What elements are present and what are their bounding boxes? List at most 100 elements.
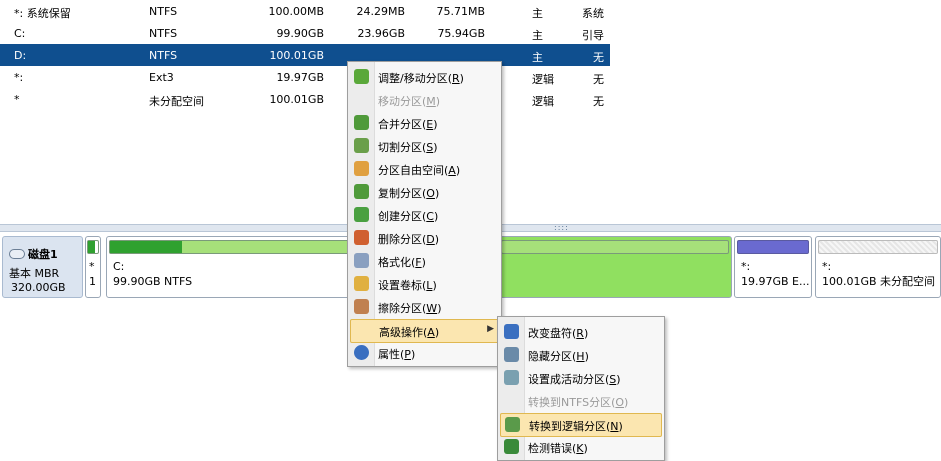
check-errors-icon bbox=[504, 439, 519, 454]
disk-icon bbox=[9, 249, 25, 259]
menu-item-label: 复制分区(O) bbox=[378, 187, 440, 200]
partition-status: 无 bbox=[593, 51, 604, 64]
partition-status: 无 bbox=[593, 95, 604, 108]
menu-item-label: 格式化(F) bbox=[378, 256, 426, 269]
menu-item-m-1: 移动分区(M) bbox=[350, 89, 499, 111]
partition-type: 主 bbox=[532, 51, 543, 64]
convert-logical-icon bbox=[505, 417, 520, 432]
partition-block-unallocated[interactable]: *: 100.01GB 未分配空间 bbox=[815, 236, 941, 298]
partition-label: *: bbox=[741, 260, 751, 273]
table-row[interactable]: * 未分配空间 100.01GB 逻辑 无 bbox=[0, 88, 610, 110]
menu-item-label: 切割分区(S) bbox=[378, 141, 438, 154]
menu-item-label: 分区自由空间(A) bbox=[378, 164, 461, 177]
splitter-grip-icon[interactable]: :::: bbox=[554, 224, 569, 232]
partition-name: C: bbox=[14, 27, 26, 40]
partition-name: *: 系统保留 bbox=[14, 7, 71, 20]
partition-used: 24.29MB bbox=[356, 5, 405, 18]
menu-item-w-10[interactable]: 擦除分区(W) bbox=[350, 296, 499, 318]
partition-name: D: bbox=[14, 49, 27, 62]
partition-free: 75.94GB bbox=[437, 27, 485, 40]
menu-item-label: 删除分区(D) bbox=[378, 233, 440, 246]
disk-type: 基本 MBR bbox=[9, 267, 60, 280]
menu-item-c-6[interactable]: 创建分区(C) bbox=[350, 204, 499, 226]
partition-status: 无 bbox=[593, 73, 604, 86]
partition-detail: 99.90GB NTFS bbox=[113, 275, 193, 288]
table-row[interactable]: C: NTFS 99.90GB 23.96GB 75.94GB 主 引导 bbox=[0, 22, 610, 44]
menu-item-a-4[interactable]: 分区自由空间(A) bbox=[350, 158, 499, 180]
menu-item-label: 属性(P) bbox=[378, 348, 416, 361]
partition-fs: Ext3 bbox=[149, 71, 174, 84]
menu-item-a-11[interactable]: 高级操作(A) ▶ bbox=[350, 319, 499, 343]
partition-block-c[interactable]: C: 99.90GB NTFS bbox=[106, 236, 353, 298]
partition-capacity: 99.90GB bbox=[276, 27, 324, 40]
menu-item-r-0[interactable]: 改变盘符(R) bbox=[500, 321, 662, 343]
partition-fs: NTFS bbox=[149, 5, 178, 18]
menu-item-label: 移动分区(M) bbox=[378, 95, 441, 108]
advanced-operations-submenu: 改变盘符(R) 隐藏分区(H) 设置成活动分区(S) 转换到NTFS分区(O) 转换到逻… bbox=[497, 316, 665, 461]
wipe-icon bbox=[354, 299, 369, 314]
menu-item-h-1[interactable]: 隐藏分区(H) bbox=[500, 344, 662, 366]
disk-info[interactable]: 磁盘1 基本 MBR 320.00GB bbox=[2, 236, 83, 298]
allocate-space-icon bbox=[354, 161, 369, 176]
partition-name: *: bbox=[14, 71, 24, 84]
table-row[interactable]: *: Ext3 19.97GB 逻辑 无 bbox=[0, 66, 610, 88]
menu-item-r-0[interactable]: 调整/移动分区(R) bbox=[350, 66, 499, 88]
partition-label: * bbox=[89, 260, 95, 273]
menu-item-s-3[interactable]: 切割分区(S) bbox=[350, 135, 499, 157]
set-active-icon bbox=[504, 370, 519, 385]
partition-block-d[interactable] bbox=[498, 236, 732, 298]
partition-type: 主 bbox=[532, 7, 543, 20]
menu-item-label: 转换到逻辑分区(N) bbox=[529, 420, 623, 433]
menu-item-n-4[interactable]: 转换到逻辑分区(N) bbox=[500, 413, 662, 437]
partition-detail: 1 bbox=[89, 275, 96, 288]
partition-detail: 19.97GB E... bbox=[741, 275, 810, 288]
table-row[interactable]: *: 系统保留 NTFS 100.00MB 24.29MB 75.71MB 主 系统 bbox=[0, 0, 610, 22]
hide-icon bbox=[504, 347, 519, 362]
menu-item-f-8[interactable]: 格式化(F) bbox=[350, 250, 499, 272]
disk-size: 320.00GB bbox=[11, 281, 66, 294]
menu-item-label: 擦除分区(W) bbox=[378, 302, 442, 315]
partition-label: *: bbox=[822, 260, 832, 273]
disk-name: 磁盘1 bbox=[28, 248, 58, 261]
partition-type: 逻辑 bbox=[532, 73, 554, 86]
menu-item-label: 检测错误(K) bbox=[528, 442, 588, 455]
menu-item-d-7[interactable]: 删除分区(D) bbox=[350, 227, 499, 249]
create-icon bbox=[354, 207, 369, 222]
menu-item-s-2[interactable]: 设置成活动分区(S) bbox=[500, 367, 662, 389]
menu-item-e-2[interactable]: 合并分区(E) bbox=[350, 112, 499, 134]
resize-move-icon bbox=[354, 69, 369, 84]
menu-item-o-3: 转换到NTFS分区(O) bbox=[500, 390, 662, 412]
partition-fs: NTFS bbox=[149, 27, 178, 40]
menu-item-l-9[interactable]: 设置卷标(L) bbox=[350, 273, 499, 295]
partition-free: 75.71MB bbox=[436, 5, 485, 18]
menu-item-label: 转换到NTFS分区(O) bbox=[528, 396, 629, 409]
partition-capacity: 100.01GB bbox=[269, 49, 324, 62]
change-letter-icon bbox=[504, 324, 519, 339]
partition-fs: NTFS bbox=[149, 49, 178, 62]
partition-capacity: 100.01GB bbox=[269, 93, 324, 106]
partition-block-reserved[interactable]: * 1 bbox=[85, 236, 101, 298]
partition-status: 系统 bbox=[582, 7, 604, 20]
menu-item-label: 改变盘符(R) bbox=[528, 327, 589, 340]
partition-status: 引导 bbox=[582, 29, 604, 42]
partition-block-ext3[interactable]: *: 19.97GB E... bbox=[734, 236, 812, 298]
partition-context-menu: 调整/移动分区(R) 移动分区(M) 合并分区(E) 切割分区(S) 分区自由空间(A)… bbox=[347, 61, 502, 367]
delete-icon bbox=[354, 230, 369, 245]
partition-table: *: 系统保留 NTFS 100.00MB 24.29MB 75.71MB 主 系统 C: NT… bbox=[0, 0, 610, 110]
menu-item-o-5[interactable]: 复制分区(O) bbox=[350, 181, 499, 203]
partition-capacity: 100.00MB bbox=[268, 5, 324, 18]
menu-item-k-5[interactable]: 检测错误(K) bbox=[500, 436, 662, 458]
menu-item-p-12[interactable]: 属性(P) bbox=[350, 342, 499, 364]
table-row[interactable]: D: NTFS 100.01GB 主 无 bbox=[0, 44, 610, 66]
menu-item-label: 创建分区(C) bbox=[378, 210, 439, 223]
submenu-arrow-icon: ▶ bbox=[487, 324, 494, 334]
split-icon bbox=[354, 138, 369, 153]
menu-item-label: 隐藏分区(H) bbox=[528, 350, 589, 363]
partition-label: C: bbox=[113, 260, 125, 273]
format-icon bbox=[354, 253, 369, 268]
menu-item-label: 设置卷标(L) bbox=[378, 279, 437, 292]
partition-fs: 未分配空间 bbox=[149, 95, 204, 108]
menu-item-label: 调整/移动分区(R) bbox=[378, 72, 464, 85]
menu-item-label: 设置成活动分区(S) bbox=[528, 373, 621, 386]
menu-item-label: 高级操作(A) bbox=[379, 326, 440, 339]
